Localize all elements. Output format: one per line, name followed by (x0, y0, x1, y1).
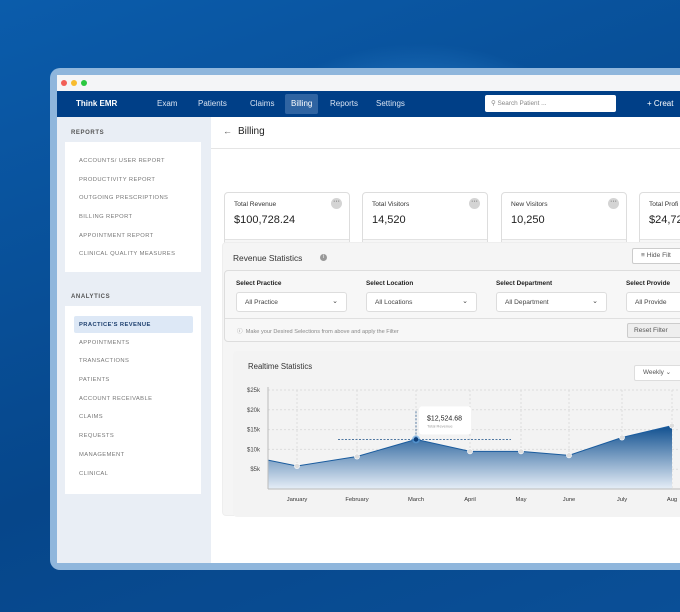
x-tick-label: Aug (667, 497, 677, 503)
data-point[interactable] (518, 448, 524, 455)
x-tick-label: March (408, 497, 424, 503)
y-tick-label: $5k (250, 467, 261, 473)
data-point[interactable] (619, 434, 625, 441)
y-tick-label: $15k (247, 428, 261, 434)
x-tick-label: July (617, 497, 627, 503)
x-tick-label: June (563, 497, 576, 503)
revenue-area-chart: $5k $10k $15k $20k $25k January February March A… (247, 387, 680, 503)
x-tick-label: May (516, 497, 527, 503)
app-window: Think EMR Exam Patients Claims Billing R… (57, 75, 680, 563)
tooltip-label: Total Revenue (427, 423, 453, 428)
y-tick-label: $25k (247, 388, 261, 394)
data-point[interactable] (354, 453, 360, 460)
data-point[interactable] (294, 463, 300, 469)
data-point[interactable] (467, 448, 473, 455)
data-point[interactable] (669, 422, 675, 429)
x-tick-label: April (464, 497, 476, 503)
y-tick-label: $10k (247, 447, 261, 453)
x-tick-label: February (345, 497, 368, 503)
data-point[interactable] (566, 452, 572, 459)
data-point[interactable] (413, 437, 419, 442)
x-tick-label: January (287, 497, 308, 503)
tooltip-value: $12,524.68 (427, 415, 462, 422)
y-tick-label: $20k (247, 408, 261, 414)
